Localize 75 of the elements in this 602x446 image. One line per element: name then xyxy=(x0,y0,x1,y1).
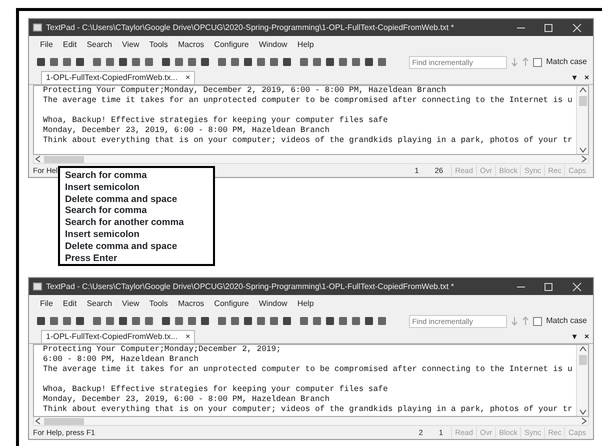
callout-step: Insert semicolon xyxy=(65,180,208,193)
file-tab[interactable]: 1-OPL-FullText-CopiedFromWeb.tx... × xyxy=(41,71,196,84)
menu-item[interactable]: Window xyxy=(254,38,292,50)
callout-step: Delete comma and space xyxy=(65,192,208,204)
vertical-scrollbar[interactable] xyxy=(576,345,588,416)
menu-item[interactable]: File xyxy=(35,298,58,310)
text-line: Whoa, Backup! Effective strategies for keeping your computer files safe xyxy=(43,385,389,395)
chevron-right-icon xyxy=(580,155,588,163)
text-line: The average time it takes for an unprotected computer to be compromised after connecting to the Internet is u xyxy=(43,96,574,106)
vertical-scrollbar[interactable] xyxy=(576,86,588,154)
menu-item[interactable]: Search xyxy=(82,38,118,50)
chevron-up-icon xyxy=(578,86,586,94)
menu-item[interactable]: Help xyxy=(292,298,319,310)
callout-step: Press Enter xyxy=(65,252,208,264)
menu-item[interactable]: Window xyxy=(254,298,292,310)
text-line: Protecting Your Computer;Monday;December 2, 2019; xyxy=(43,345,282,355)
window-title: TextPad - C:\Users\CTaylor\Google Drive\OPCUG\2020-Spring-Programming\1-OPL-FullText-CopiedFromWeb.txt * xyxy=(46,22,455,34)
menu-item[interactable]: View xyxy=(117,298,144,310)
file-tab[interactable]: 1-OPL-FullText-CopiedFromWeb.tx... × xyxy=(41,330,196,343)
text-line: Think about everything that is on your computer; videos of the grandkids playing in a park, photos of your tr xyxy=(43,405,574,415)
tab-control[interactable]: ▾ xyxy=(568,72,580,84)
callout-step: Search for comma xyxy=(65,169,208,181)
scrollbar-thumb[interactable] xyxy=(44,156,84,162)
menu-item[interactable]: Macros xyxy=(172,38,210,50)
text-line: Think about everything that is on your computer; videos of the grandkids playing in a park, photos of your tr xyxy=(43,136,574,146)
chevron-down-icon xyxy=(578,408,586,416)
tab-label: 1-OPL-FullText-CopiedFromWeb.tx... xyxy=(46,331,178,343)
down-arrow-icon[interactable] xyxy=(511,316,518,326)
up-arrow-icon[interactable] xyxy=(522,316,530,326)
tab-close-button[interactable]: × xyxy=(185,72,190,84)
scrollbar-thumb[interactable] xyxy=(44,418,84,424)
menu-item[interactable]: Configure xyxy=(209,38,254,50)
menu-item[interactable]: Help xyxy=(292,38,319,50)
scrollbar-thumb[interactable] xyxy=(578,96,586,106)
tab-control[interactable]: ▾ xyxy=(568,331,580,343)
chevron-right-icon xyxy=(580,417,588,425)
callout-step: Insert semicolon xyxy=(65,228,208,240)
tab-control[interactable]: × xyxy=(580,331,593,343)
text-line: Protecting Your Computer;Monday, December 2, 2019, 6:00 - 8:00 PM, Hazeldean Branch xyxy=(43,86,448,96)
menu-item[interactable]: Edit xyxy=(58,38,82,50)
tab-close-button[interactable]: × xyxy=(185,331,190,343)
down-arrow-icon[interactable] xyxy=(511,57,518,67)
callout-step: Search for comma xyxy=(65,204,208,216)
text-line: Monday, December 23, 2019, 6:00 - 8:00 PM, Hazeldean Branch xyxy=(43,126,331,136)
scrollbar-thumb[interactable] xyxy=(578,355,586,365)
menu-item[interactable]: Tools xyxy=(144,38,173,50)
chevron-up-icon xyxy=(578,345,586,353)
text-line: The average time it takes for an unprotected computer to be compromised after connecting to the Internet is u xyxy=(43,365,574,375)
menu-item[interactable]: Macros xyxy=(172,298,210,310)
match-case-checkbox[interactable] xyxy=(533,316,542,326)
up-arrow-icon[interactable] xyxy=(522,57,530,67)
window-title: TextPad - C:\Users\CTaylor\Google Drive\OPCUG\2020-Spring-Programming\1-OPL-FullText-CopiedFromWeb.txt * xyxy=(46,280,455,292)
chevron-left-icon xyxy=(34,155,42,163)
tab-label: 1-OPL-FullText-CopiedFromWeb.tx... xyxy=(46,72,178,84)
chevron-left-icon xyxy=(34,417,42,425)
text-line: Whoa, Backup! Effective strategies for keeping your computer files safe xyxy=(43,116,389,126)
app-icon xyxy=(33,23,42,32)
tab-control[interactable]: × xyxy=(580,72,593,84)
menu-item[interactable]: Search xyxy=(82,298,118,310)
horizontal-scrollbar[interactable] xyxy=(33,417,589,426)
menu-item[interactable]: View xyxy=(117,38,144,50)
callout-step: Search for another comma xyxy=(65,216,208,228)
horizontal-scrollbar[interactable] xyxy=(33,155,589,164)
match-case-checkbox[interactable] xyxy=(533,58,542,66)
menu-item[interactable]: Configure xyxy=(209,298,254,310)
checkbox-label: Match case xyxy=(546,56,587,68)
menu-item[interactable]: Edit xyxy=(58,298,82,310)
text-line: 6:00 - 8:00 PM, Hazeldean Branch xyxy=(43,355,200,365)
app-icon xyxy=(33,282,42,291)
callout-step: Delete comma and space xyxy=(65,240,208,252)
text-line: Monday, December 23, 2019, 6:00 - 8:00 PM, Hazeldean Branch xyxy=(43,395,331,405)
chevron-down-icon xyxy=(578,146,586,154)
checkbox-label: Match case xyxy=(546,315,587,327)
menu-item[interactable]: Tools xyxy=(144,298,173,310)
menu-item[interactable]: File xyxy=(35,38,58,50)
